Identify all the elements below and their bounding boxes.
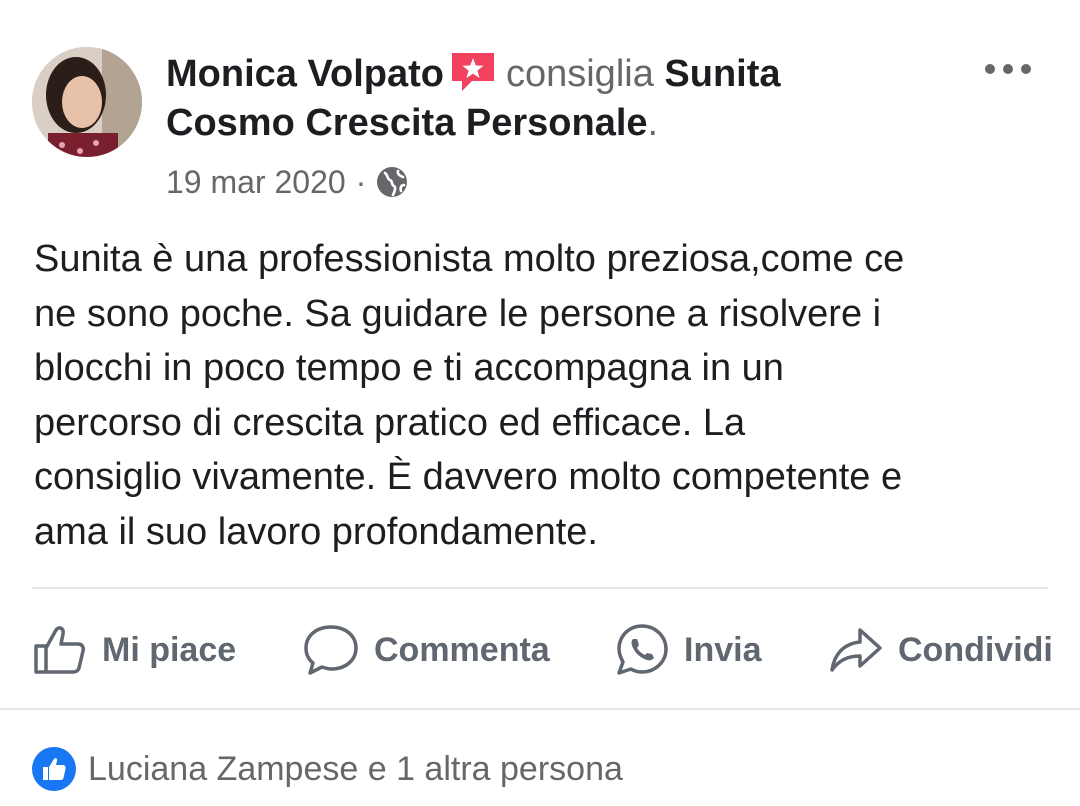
post-header: Monica Volpato consiglia Sunita Cosmo Cre… [166,50,956,147]
avatar[interactable] [32,47,142,157]
divider [32,587,1048,589]
header-period: . [647,101,659,144]
comment-button[interactable]: Commenta [302,620,550,680]
share-button[interactable]: Condividi [828,620,1053,680]
header-line-1: Monica Volpato consiglia Sunita [166,50,956,99]
reactions-summary[interactable]: Luciana Zampese e 1 altra persona [32,742,623,796]
author-name[interactable]: Monica Volpato [166,53,444,95]
share-label: Condividi [898,630,1053,669]
page-name-line-1[interactable]: Sunita [664,53,780,95]
thumbs-up-icon [34,626,85,674]
post-body: Sunita è una professionista molto prezio… [34,232,1054,559]
post-text-line: percorso di crescita pratico ed efficace… [34,401,746,444]
like-label: Mi piace [102,630,237,669]
header-line-2: Cosmo Crescita Personale. [166,99,956,147]
post-text-line: Sunita è una professionista molto prezio… [34,238,905,280]
more-icon [985,64,1031,74]
post-text-line: blocchi in poco tempo e ti accompagna in… [34,347,784,389]
meta-separator: · [355,164,367,200]
divider [0,708,1080,710]
post-text-line: consiglio vivamente. È davvero molto com… [34,456,903,498]
like-button[interactable]: Mi piace [32,620,236,680]
whatsapp-icon [617,624,668,675]
like-reaction-icon [32,747,76,791]
post-text-line: ne sono poche. Sa guidare le persone a r… [34,292,882,335]
comment-label: Commenta [374,630,550,669]
more-options-button[interactable] [980,54,1036,84]
comment-icon [304,625,358,675]
globe-icon [377,167,408,197]
recommend-verb: consiglia [505,53,654,95]
avatar-photo [32,47,142,157]
post-meta: 19 mar 2020 · [166,160,408,204]
send-button[interactable]: Invia [614,620,761,680]
post-text-line: ama il suo lavoro profondamente. [34,510,598,553]
send-label: Invia [684,630,762,669]
page-name-line-2[interactable]: Cosmo Crescita Personale [166,102,648,144]
recommend-icon [448,49,498,95]
post-date[interactable]: 19 mar 2020 [166,160,346,204]
share-icon [830,628,882,672]
action-bar: Mi piace Commenta Invia Condividi [32,620,1053,680]
reactions-text: Luciana Zampese e 1 altra persona [88,749,623,788]
